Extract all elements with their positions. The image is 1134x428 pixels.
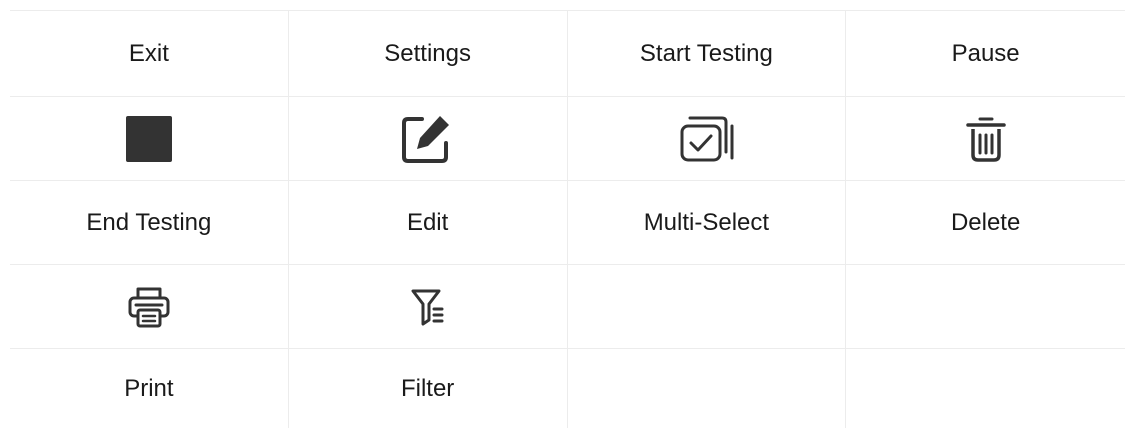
cell-settings[interactable]: Settings <box>288 11 568 97</box>
cell-delete[interactable]: Delete <box>846 181 1125 265</box>
cell-filter-icon[interactable] <box>288 265 568 349</box>
cell-print[interactable]: Print <box>10 349 289 428</box>
edit-label: Edit <box>406 208 449 236</box>
exit-label: Exit <box>128 39 169 67</box>
delete-label: Delete <box>950 208 1021 236</box>
cell-exit[interactable]: Exit <box>10 11 289 97</box>
edit-pencil-icon[interactable] <box>400 113 456 165</box>
empty-cell <box>846 265 1125 349</box>
cell-end-testing-icon[interactable] <box>10 97 289 181</box>
cell-start-testing[interactable]: Start Testing <box>567 11 847 97</box>
pause-label: Pause <box>951 39 1020 67</box>
cell-edit-icon[interactable] <box>288 97 568 181</box>
filter-funnel-icon[interactable] <box>410 287 446 327</box>
cell-filter[interactable]: Filter <box>289 349 568 428</box>
multi-select-checkbox-icon[interactable] <box>678 114 734 164</box>
cell-multi-select-icon[interactable] <box>567 97 847 181</box>
cell-delete-icon[interactable] <box>846 97 1125 181</box>
settings-label: Settings <box>384 39 471 67</box>
cell-pause[interactable]: Pause <box>846 11 1125 97</box>
print-label: Print <box>124 374 174 402</box>
end-testing-label: End Testing <box>86 208 212 236</box>
multi-select-label: Multi-Select <box>643 208 770 236</box>
cell-print-icon[interactable] <box>10 265 289 349</box>
printer-icon[interactable] <box>127 286 171 328</box>
start-testing-label: Start Testing <box>639 39 773 67</box>
cell-edit[interactable]: Edit <box>288 181 568 265</box>
cell-multi-select[interactable]: Multi-Select <box>567 181 847 265</box>
trash-icon[interactable] <box>965 115 1007 163</box>
cell-end-testing[interactable]: End Testing <box>10 181 289 265</box>
empty-cell <box>567 265 847 349</box>
empty-cell <box>846 349 1125 428</box>
empty-cell <box>568 349 847 428</box>
action-grid: Exit Settings Start Testing Pause End Te… <box>10 10 1125 428</box>
stop-square-icon[interactable] <box>125 115 172 162</box>
filter-label: Filter <box>400 374 455 402</box>
